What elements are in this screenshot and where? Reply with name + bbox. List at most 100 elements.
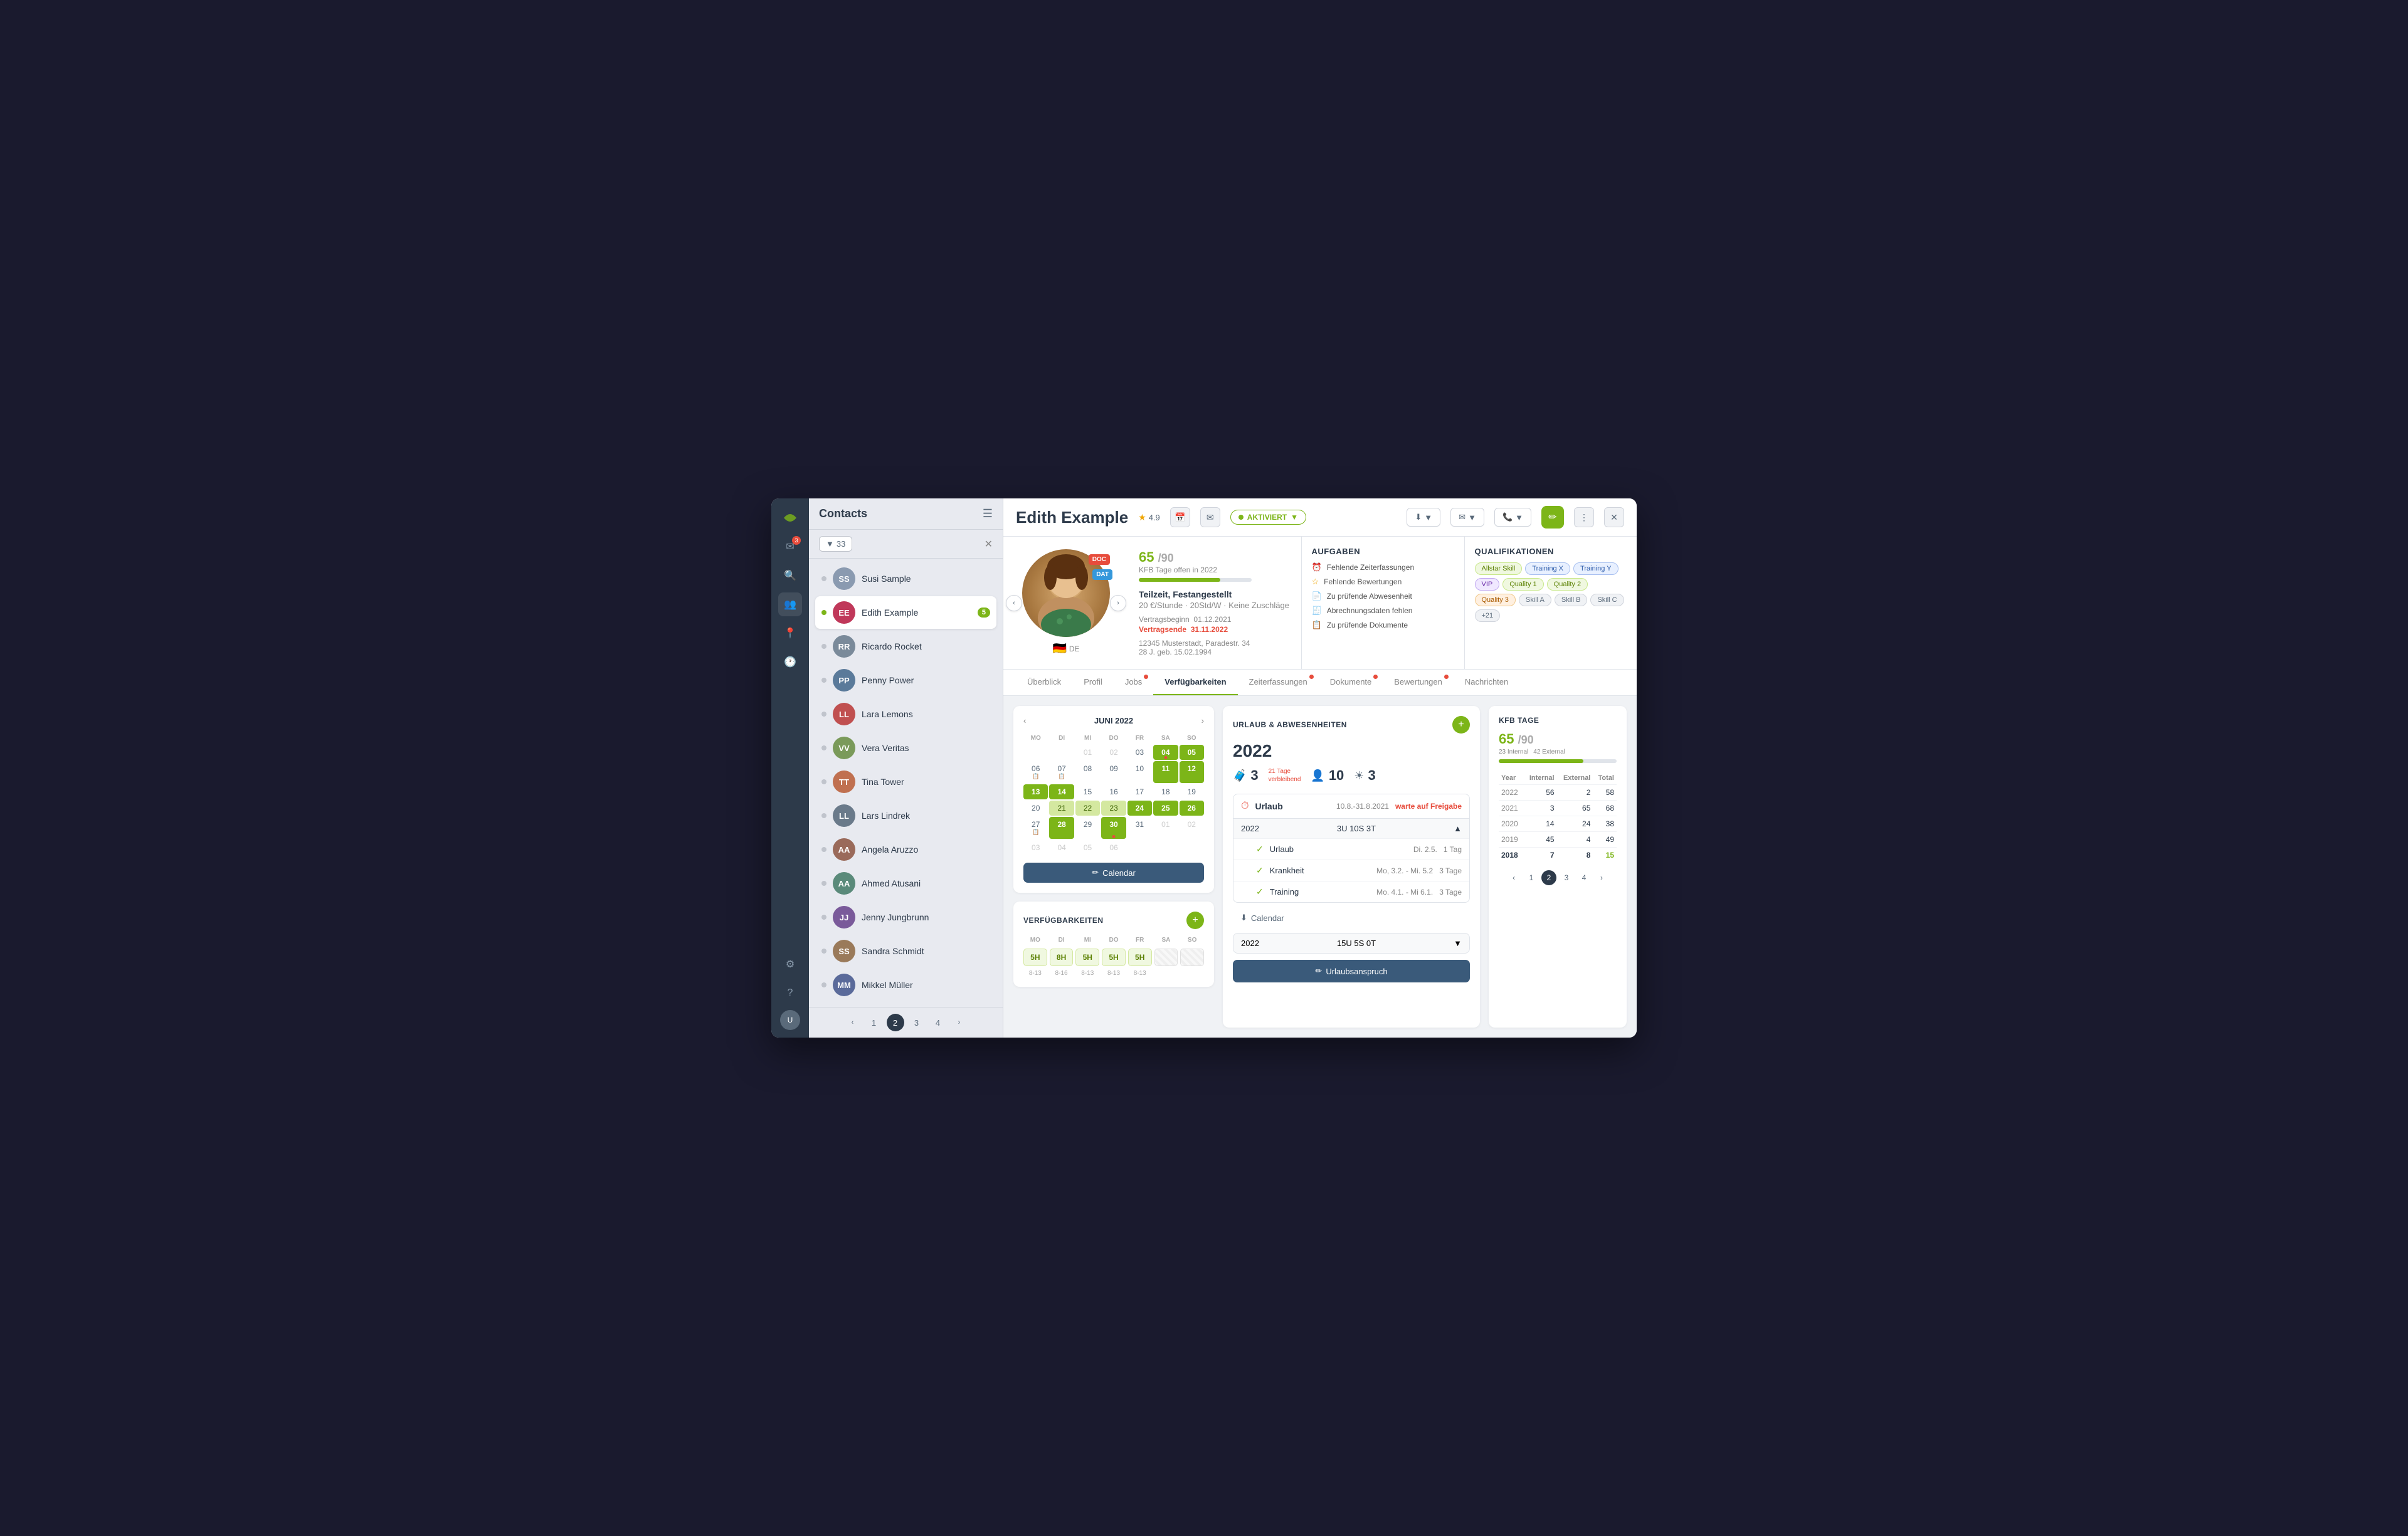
contact-item-ricardo-rocket[interactable]: RRRicardo Rocket <box>815 630 996 663</box>
more-options-button[interactable]: ⋮ <box>1574 507 1594 527</box>
contact-item-edith-example[interactable]: EEEdith Example5 <box>815 596 996 629</box>
contact-item-mira-model[interactable]: MMMira Model <box>815 1002 996 1007</box>
cal-day[interactable]: 28 <box>1049 817 1074 839</box>
email-action-button[interactable]: ✉ ▼ <box>1450 508 1484 527</box>
contact-item-susi-sample[interactable]: SSSusi Sample <box>815 562 996 595</box>
cal-day[interactable]: 03 <box>1127 745 1152 760</box>
contact-item-angela-aruzzo[interactable]: AAAngela Aruzzo <box>815 833 996 866</box>
cal-day[interactable]: 22 <box>1075 801 1100 816</box>
nav-messages-icon[interactable]: 3 ✉ <box>778 535 802 559</box>
prev-page-button[interactable]: ‹ <box>844 1014 862 1031</box>
cal-day[interactable]: 23 <box>1101 801 1126 816</box>
contact-item-ahmed-atusani[interactable]: AAAhmed Atusani <box>815 867 996 900</box>
cal-day[interactable]: 02 <box>1101 745 1126 760</box>
photo-next-arrow[interactable]: › <box>1110 595 1126 611</box>
cal-day[interactable]: 16 <box>1101 784 1126 799</box>
cal-day[interactable]: 01 <box>1153 817 1178 839</box>
cal-day[interactable]: 03 <box>1023 840 1048 855</box>
cal-day[interactable]: 20 <box>1023 801 1048 816</box>
email-icon-btn[interactable]: ✉ <box>1200 507 1220 527</box>
qual-tag[interactable]: +21 <box>1475 609 1501 622</box>
cal-day[interactable]: 06 <box>1101 840 1126 855</box>
avail-cell[interactable]: 8H <box>1050 949 1074 966</box>
tab-verfügbarkeiten[interactable]: Verfügbarkeiten <box>1153 670 1237 695</box>
cal-prev-button[interactable]: ‹ <box>1023 716 1026 725</box>
cal-day[interactable]: 05 <box>1180 745 1204 760</box>
cal-day[interactable]: 27📋 <box>1023 817 1048 839</box>
status-badge[interactable]: AKTIVIERT ▼ <box>1230 510 1306 525</box>
qual-tag[interactable]: Quality 1 <box>1502 578 1543 591</box>
page-1-button[interactable]: 1 <box>865 1014 883 1031</box>
qual-tag[interactable]: Training X <box>1525 562 1570 575</box>
avail-cell[interactable]: 5H <box>1075 949 1099 966</box>
logo-icon[interactable] <box>778 506 802 530</box>
avail-cell[interactable]: 5H <box>1128 949 1152 966</box>
page-3-button[interactable]: 3 <box>908 1014 926 1031</box>
tab-zeiterfassungen[interactable]: Zeiterfassungen <box>1238 670 1319 695</box>
qual-tag[interactable]: Quality 2 <box>1547 578 1588 591</box>
kfb-prev-button[interactable]: ‹ <box>1506 870 1521 885</box>
avail-cell[interactable] <box>1154 949 1178 966</box>
qual-tag[interactable]: VIP <box>1475 578 1500 591</box>
cal-next-button[interactable]: › <box>1201 716 1204 725</box>
add-vacation-button[interactable]: + <box>1452 716 1470 734</box>
tab-nachrichten[interactable]: Nachrichten <box>1454 670 1519 695</box>
qual-tag[interactable]: Skill B <box>1555 594 1588 606</box>
cal-day[interactable]: 17 <box>1127 784 1152 799</box>
avail-cell[interactable] <box>1180 949 1204 966</box>
page-2-button[interactable]: 2 <box>887 1014 904 1031</box>
cal-day[interactable]: 13 <box>1023 784 1048 799</box>
urlaubsanspruch-button[interactable]: ✏ Urlaubsanspruch <box>1233 960 1470 982</box>
phone-button[interactable]: 📞 ▼ <box>1494 508 1531 527</box>
contact-item-sandra-schmidt[interactable]: SSSandra Schmidt <box>815 935 996 967</box>
contact-item-lars-lindrek[interactable]: LLLars Lindrek <box>815 799 996 832</box>
add-availability-button[interactable]: + <box>1186 912 1204 929</box>
kfb-next-button[interactable]: › <box>1594 870 1609 885</box>
filter-badge[interactable]: ▼ 33 <box>819 536 852 552</box>
kfb-page-4-button[interactable]: 4 <box>1576 870 1592 885</box>
menu-icon[interactable]: ☰ <box>983 507 993 520</box>
nav-location-icon[interactable]: 📍 <box>778 621 802 645</box>
avail-cell[interactable]: 5H <box>1102 949 1126 966</box>
vacation-year-row2[interactable]: 2022 15U 5S 0T ▼ <box>1233 933 1470 954</box>
cal-day[interactable]: 25 <box>1153 801 1178 816</box>
nav-contacts-icon[interactable]: 👥 <box>778 592 802 616</box>
cal-day[interactable]: 01 <box>1075 745 1100 760</box>
tab-überblick[interactable]: Überblick <box>1016 670 1072 695</box>
tab-dokumente[interactable]: Dokumente <box>1319 670 1383 695</box>
nav-clock-icon[interactable]: 🕐 <box>778 650 802 674</box>
qual-tag[interactable]: Skill C <box>1590 594 1624 606</box>
contact-item-mikkel-müller[interactable]: MMMikkel Müller <box>815 969 996 1001</box>
contact-item-tina-tower[interactable]: TTTina Tower <box>815 765 996 798</box>
contact-item-jenny-jungbrunn[interactable]: JJJenny Jungbrunn <box>815 901 996 934</box>
photo-prev-arrow[interactable]: ‹ <box>1006 595 1022 611</box>
page-4-button[interactable]: 4 <box>929 1014 947 1031</box>
edit-button[interactable]: ✏ <box>1541 506 1564 529</box>
avail-cell[interactable]: 5H <box>1023 949 1047 966</box>
cal-day[interactable]: 29 <box>1075 817 1100 839</box>
cal-day[interactable]: 21 <box>1049 801 1074 816</box>
cal-day[interactable]: 09 <box>1101 761 1126 783</box>
cal-day[interactable]: 02 <box>1180 817 1204 839</box>
next-page-button[interactable]: › <box>951 1014 968 1031</box>
tab-jobs[interactable]: Jobs <box>1114 670 1153 695</box>
cal-day[interactable]: 15 <box>1075 784 1100 799</box>
calendar-icon-btn[interactable]: 📅 <box>1170 507 1190 527</box>
cal-day[interactable]: 26 <box>1180 801 1204 816</box>
calendar-export-button[interactable]: ✏ Calendar <box>1023 863 1204 883</box>
user-avatar[interactable]: U <box>780 1010 800 1030</box>
cal-day[interactable]: 12 <box>1180 761 1204 783</box>
cal-day[interactable]: 06📋 <box>1023 761 1048 783</box>
cal-day[interactable]: 11 <box>1153 761 1178 783</box>
qual-tag[interactable]: Allstar Skill <box>1475 562 1523 575</box>
qual-tag[interactable]: Quality 3 <box>1475 594 1516 606</box>
cal-day[interactable]: 08 <box>1075 761 1100 783</box>
qual-tag[interactable]: Skill A <box>1519 594 1551 606</box>
contact-item-vera-veritas[interactable]: VVVera Veritas <box>815 732 996 764</box>
calendar-download-link[interactable]: ⬇ Calendar <box>1233 908 1470 928</box>
cal-day[interactable]: 10 <box>1127 761 1152 783</box>
nav-help-icon[interactable]: ? <box>778 981 802 1005</box>
cal-day[interactable]: 30 <box>1101 817 1126 839</box>
nav-search-icon[interactable]: 🔍 <box>778 564 802 587</box>
nav-settings-icon[interactable]: ⚙ <box>778 952 802 976</box>
